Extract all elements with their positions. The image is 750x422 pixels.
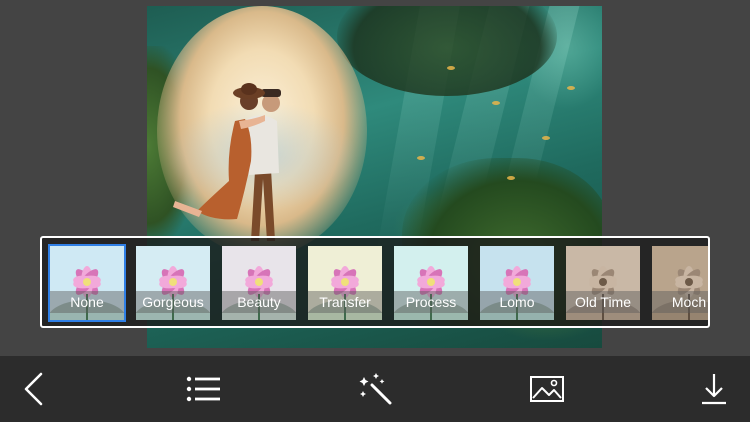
fish	[417, 156, 425, 160]
underwater-rock	[337, 6, 557, 96]
fish	[567, 86, 575, 90]
gallery-button[interactable]	[527, 369, 567, 409]
filter-option[interactable]: Moch	[652, 246, 708, 320]
filter-label: Lomo	[480, 291, 554, 313]
filter-label: None	[50, 291, 124, 313]
filter-option[interactable]: Gorgeous	[136, 246, 210, 320]
menu-button[interactable]	[183, 369, 223, 409]
download-button[interactable]	[694, 369, 734, 409]
magic-wand-icon	[359, 373, 392, 405]
filter-strip[interactable]: None Gorgeous Beauty Transfer Process Lomo Old…	[40, 236, 710, 328]
filter-label: Old Time	[566, 291, 640, 313]
filter-option[interactable]: Process	[394, 246, 468, 320]
filter-label: Moch	[652, 291, 708, 313]
fish	[507, 176, 515, 180]
filter-label: Transfer	[308, 291, 382, 313]
fish	[542, 136, 550, 140]
back-arrow-icon	[24, 372, 43, 406]
effects-button[interactable]	[356, 369, 396, 409]
fish	[447, 66, 455, 70]
filter-label: Process	[394, 291, 468, 313]
photo-editor-app: None Gorgeous Beauty Transfer Process Lomo Old…	[0, 0, 750, 422]
filter-option[interactable]: Old Time	[566, 246, 640, 320]
bottom-toolbar	[0, 356, 750, 422]
filter-option[interactable]: Transfer	[308, 246, 382, 320]
filter-option[interactable]: None	[48, 244, 126, 322]
download-icon	[702, 374, 726, 405]
image-gallery-icon	[530, 376, 564, 402]
fish	[492, 101, 500, 105]
filter-option[interactable]: Lomo	[480, 246, 554, 320]
couple-figure	[173, 83, 281, 241]
back-button[interactable]	[14, 369, 54, 409]
list-menu-icon	[186, 376, 220, 402]
filter-label: Gorgeous	[136, 291, 210, 313]
filter-option[interactable]: Beauty	[222, 246, 296, 320]
filter-label: Beauty	[222, 291, 296, 313]
